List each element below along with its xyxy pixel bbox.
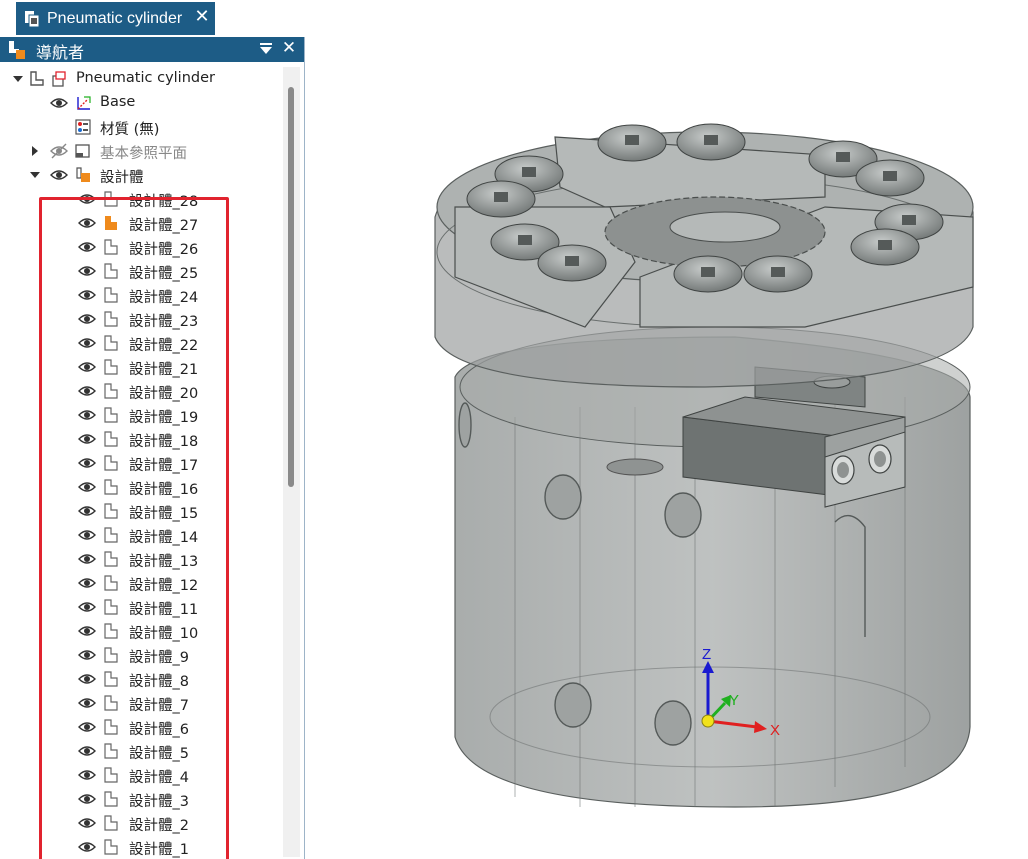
navigator-icon — [9, 41, 25, 59]
part-icon — [52, 71, 66, 87]
pneumatic-gripper-model[interactable]: Z Y X — [305, 37, 1028, 859]
axis-z-label: Z — [702, 646, 711, 663]
tab-title: Pneumatic cylinder — [47, 9, 183, 27]
tree-label-reference-planes: 基本參照平面 — [100, 146, 187, 162]
app-window: Pneumatic cylinder ✕ 導航者 ✕ Pneumatic cyl… — [0, 0, 1028, 859]
tree-label-base: Base — [100, 94, 136, 110]
close-tab-icon[interactable]: ✕ — [192, 7, 212, 27]
design-bodies-icon — [76, 167, 90, 182]
expand-down-icon[interactable] — [12, 73, 24, 85]
tree-node-reference-planes[interactable]: 基本參照平面 — [0, 139, 282, 163]
part-tree-icon — [30, 71, 44, 86]
axis-x-label: X — [770, 722, 780, 739]
navigator-title: 導航者 — [36, 43, 85, 62]
coordinate-system-icon — [77, 96, 91, 110]
eye-hidden-icon[interactable] — [50, 143, 68, 159]
navigator-header: 導航者 ✕ — [0, 37, 304, 62]
tree-label-root: Pneumatic cylinder — [76, 70, 215, 86]
tree-label-material: 材質 (無) — [100, 122, 160, 138]
tab-pneumatic-cylinder[interactable]: Pneumatic cylinder ✕ — [16, 2, 215, 35]
annotation-highlight-box — [39, 197, 229, 859]
part-document-icon — [25, 10, 40, 27]
expand-right-icon[interactable] — [29, 145, 41, 157]
navigator-pane: 導航者 ✕ Pneumatic cylinder Base 材質 (無) 基本參… — [0, 37, 305, 859]
reference-plane-icon — [75, 144, 90, 158]
3d-viewport[interactable]: Z Y X — [305, 37, 1028, 859]
material-icon — [75, 119, 91, 135]
document-tab-strip: Pneumatic cylinder ✕ — [0, 0, 1028, 39]
eye-visible-icon[interactable] — [50, 95, 68, 111]
tree-label-design-bodies: 設計體 — [100, 170, 144, 186]
axis-y-label: Y — [729, 692, 739, 709]
dropdown-pin-icon[interactable] — [258, 41, 274, 57]
tree-node-design-bodies[interactable]: 設計體 — [0, 163, 282, 187]
scrollbar-thumb[interactable] — [288, 87, 294, 487]
tree-node-material[interactable]: 材質 (無) — [0, 115, 282, 139]
navigator-scrollbar[interactable] — [283, 67, 300, 857]
close-navigator-icon[interactable]: ✕ — [280, 38, 298, 58]
eye-visible-icon[interactable] — [50, 167, 68, 183]
expand-down-icon[interactable] — [29, 169, 41, 181]
tree-node-root[interactable]: Pneumatic cylinder — [0, 67, 282, 91]
tree-node-base[interactable]: Base — [0, 91, 282, 115]
